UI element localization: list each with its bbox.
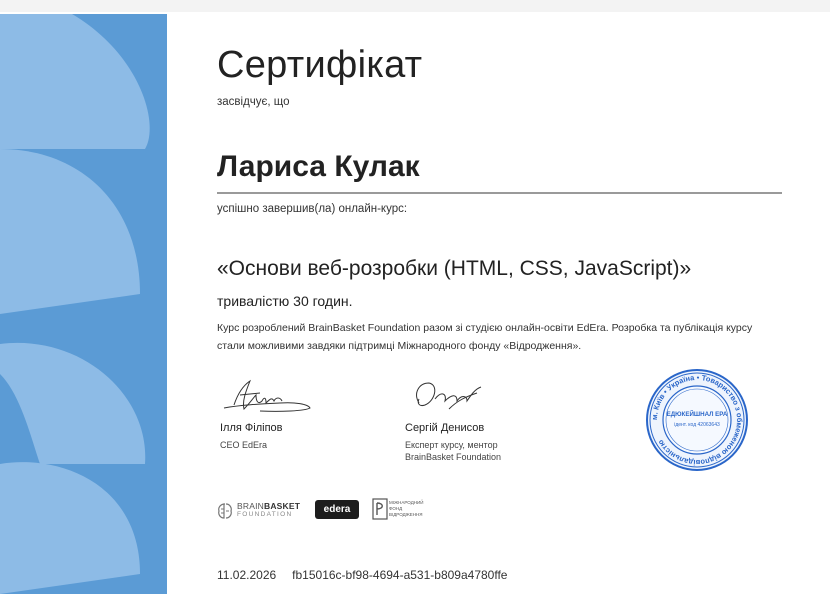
certificate-subtitle: засвідчує, що [217, 96, 290, 108]
course-name: «Основи веб-розробки (HTML, CSS, JavaScr… [217, 257, 692, 280]
svg-text:ЕДЮКЕЙШНАЛ ЕРА: ЕДЮКЕЙШНАЛ ЕРА [667, 410, 728, 418]
course-duration: тривалістю 30 годин. [217, 293, 353, 309]
signature-block-filipov: Ілля Філіпов CEO EdEra [220, 375, 315, 450]
certificate-body: Сертифікат засвідчує, що Лариса Кулак ус… [217, 0, 787, 594]
certificate-footer: 11.02.2026 fb15016c-bf98-4694-a531-b809a4… [217, 568, 507, 582]
certificate-id: fb15016c-bf98-4694-a531-b809a4780ffe [292, 568, 508, 582]
fund-icon [372, 498, 388, 520]
partner-logos: BRAINBASKET FOUNDATION edera МІЖНАРОДНИЙ… [217, 498, 457, 526]
signer-name: Сергій Денисов [405, 422, 485, 434]
issue-date: 11.02.2026 [217, 568, 277, 582]
decorative-band [0, 14, 167, 594]
edera-logo: edera [315, 500, 359, 519]
signature-image [223, 379, 311, 412]
signature-block-denysov: Сергій Денисов Експерт курсу, ментор Brai… [405, 375, 501, 462]
signature-image [416, 382, 482, 410]
signer-role: Експерт курсу, ментор BrainBasket Foundat… [405, 440, 502, 462]
brain-icon [218, 503, 232, 519]
course-description: Курс розроблений BrainBasket Foundation … [217, 322, 753, 352]
certificate-title: Сертифікат [217, 44, 423, 86]
completed-text: успішно завершив(ла) онлайн-курс: [217, 203, 408, 215]
recipient-name: Лариса Кулак [217, 150, 420, 183]
svg-text:ідент. код 42063643: ідент. код 42063643 [674, 422, 720, 428]
name-underline [217, 192, 782, 194]
signer-role: CEO EdEra [220, 440, 268, 450]
official-seal-stamp: м. Київ • Україна • Товариство з обмежен… [646, 369, 748, 471]
signer-name: Ілля Філіпов [220, 422, 283, 434]
renaissance-fund-logo: МІЖНАРОДНИЙ ФОНД ВІДРОДЖЕННЯ [372, 498, 423, 525]
